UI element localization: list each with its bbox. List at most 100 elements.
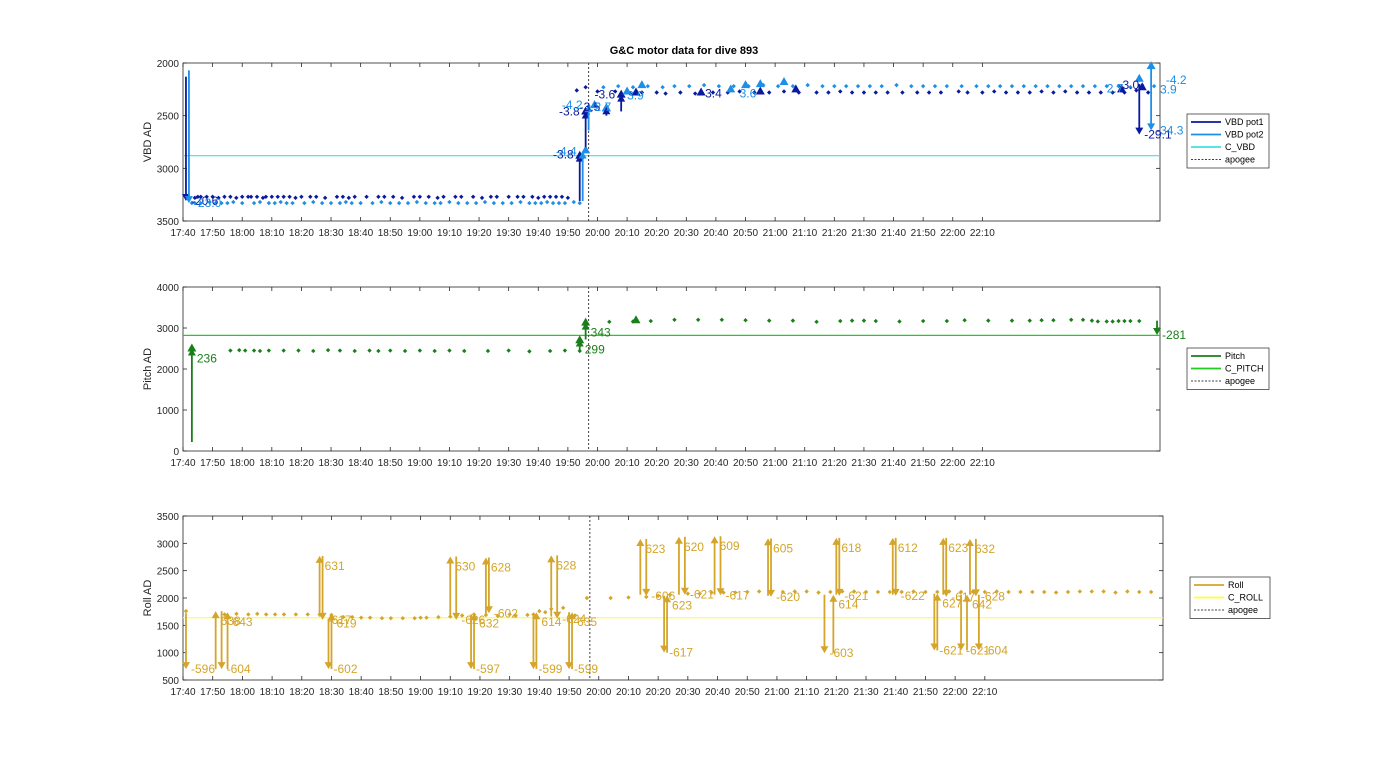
move-value-label: 631 bbox=[325, 559, 345, 573]
move-value-label: 618 bbox=[841, 541, 861, 555]
move-value-label: -34.3 bbox=[1156, 123, 1184, 137]
y-tick-label: 3000 bbox=[157, 539, 180, 550]
legend-label: apogee bbox=[1228, 605, 1258, 615]
move-value-label: 619 bbox=[336, 616, 356, 630]
legend-label: C_ROLL bbox=[1228, 593, 1263, 603]
x-tick-label: 19:40 bbox=[526, 458, 551, 469]
x-tick-label: 22:00 bbox=[943, 687, 968, 698]
y-tick-label: 2500 bbox=[157, 567, 180, 578]
y-tick-label: 3500 bbox=[157, 512, 180, 523]
legend: VBD pot1 VBD pot2 C_VBDapogee bbox=[1186, 113, 1270, 169]
x-tick-label: 18:20 bbox=[289, 687, 314, 698]
x-tick-label: 21:20 bbox=[822, 228, 847, 239]
x-tick-label: 19:00 bbox=[408, 687, 433, 698]
y-tick-label: 2500 bbox=[157, 112, 180, 123]
y-tick-label: 0 bbox=[173, 447, 179, 458]
x-tick-label: 18:10 bbox=[260, 687, 285, 698]
x-tick-label: 19:20 bbox=[467, 458, 492, 469]
move-value-label: -596 bbox=[191, 662, 215, 676]
x-tick-label: 17:40 bbox=[170, 458, 195, 469]
x-tick-label: 21:10 bbox=[792, 458, 817, 469]
x-tick-label: 19:50 bbox=[555, 458, 580, 469]
move-value-label: -602 bbox=[494, 606, 518, 620]
move-value-label: -617 bbox=[669, 646, 693, 660]
x-tick-label: 21:00 bbox=[764, 687, 789, 698]
x-tick-label: 21:40 bbox=[881, 228, 906, 239]
y-tick-label: 1000 bbox=[157, 649, 180, 660]
x-tick-label: 18:10 bbox=[259, 458, 284, 469]
x-tick-label: 21:00 bbox=[763, 228, 788, 239]
x-tick-label: 21:10 bbox=[792, 228, 817, 239]
x-tick-label: 20:50 bbox=[733, 458, 758, 469]
y-tick-label: 2000 bbox=[157, 594, 180, 605]
legend-label: C_VBD bbox=[1225, 142, 1256, 152]
legend: Roll C_ROLLapogee bbox=[1189, 576, 1271, 619]
y-tick-label: 3000 bbox=[157, 164, 180, 175]
x-tick-label: 19:00 bbox=[407, 458, 432, 469]
figure-title: G&C motor data for dive 893 bbox=[610, 45, 759, 57]
panel-3: 17:40 17:50 18:00 18:10 18:20 18:30 18:40 18:50… bbox=[142, 512, 1271, 698]
x-tick-label: 20:20 bbox=[646, 687, 671, 698]
y-axis-label: VBD AD bbox=[142, 122, 154, 162]
x-tick-label: 18:00 bbox=[230, 458, 255, 469]
x-tick-label: 18:10 bbox=[259, 228, 284, 239]
y-tick-label: 1500 bbox=[157, 621, 180, 632]
move-value-label: -599 bbox=[574, 662, 598, 676]
move-value-label: 299 bbox=[585, 342, 605, 356]
x-tick-label: 19:20 bbox=[467, 687, 492, 698]
x-tick-label: 18:20 bbox=[289, 458, 314, 469]
move-value-label: -602 bbox=[334, 662, 358, 676]
x-tick-label: 22:00 bbox=[940, 228, 965, 239]
figure-canvas: G&C motor data for dive 893 17:40 17:50 18… bbox=[142, 45, 1271, 698]
x-tick-label: 21:50 bbox=[911, 228, 936, 239]
move-value-label: 236 bbox=[197, 352, 217, 366]
x-tick-label: 18:30 bbox=[319, 687, 344, 698]
x-tick-label: 20:10 bbox=[615, 458, 640, 469]
x-tick-label: 19:00 bbox=[407, 228, 432, 239]
x-tick-label: 17:50 bbox=[200, 687, 225, 698]
legend: Pitch C_PITCHapogee bbox=[1186, 347, 1270, 390]
y-tick-label: 3000 bbox=[157, 324, 180, 335]
x-tick-label: 19:10 bbox=[437, 458, 462, 469]
y-tick-label: 500 bbox=[162, 676, 179, 687]
x-tick-label: 18:40 bbox=[348, 228, 373, 239]
x-tick-label: 22:10 bbox=[972, 687, 997, 698]
move-value-label: 343 bbox=[591, 326, 611, 340]
plot-area bbox=[182, 286, 1161, 452]
x-tick-label: 18:00 bbox=[230, 228, 255, 239]
x-tick-label: 22:10 bbox=[970, 458, 995, 469]
x-tick-label: 20:30 bbox=[674, 228, 699, 239]
value-label: 2.7 bbox=[1107, 81, 1124, 95]
move-value-label: -628 bbox=[981, 589, 1005, 603]
x-tick-label: 18:40 bbox=[348, 458, 373, 469]
x-tick-label: 20:50 bbox=[733, 228, 758, 239]
y-tick-label: 3500 bbox=[157, 217, 180, 228]
x-tick-label: 18:20 bbox=[289, 228, 314, 239]
x-tick-label: 20:10 bbox=[616, 687, 641, 698]
legend-label: C_PITCH bbox=[1225, 364, 1264, 374]
panel-1: 17:40 17:50 18:00 18:10 18:20 18:30 18:40 18:50… bbox=[142, 59, 1270, 239]
legend-label: Pitch bbox=[1225, 351, 1245, 361]
move-value-label: 643 bbox=[233, 615, 253, 629]
x-tick-label: 19:40 bbox=[527, 687, 552, 698]
x-tick-label: 20:30 bbox=[675, 687, 700, 698]
panel-2: 17:40 17:50 18:00 18:10 18:20 18:30 18:40 18:50… bbox=[142, 283, 1270, 469]
x-tick-label: 20:40 bbox=[705, 687, 730, 698]
x-tick-label: 20:50 bbox=[735, 687, 760, 698]
value-label: 3.9 bbox=[627, 89, 644, 103]
axes-root: 17:40 17:50 18:00 18:10 18:20 18:30 18:40 18:50… bbox=[142, 59, 1271, 698]
x-tick-label: 18:30 bbox=[319, 228, 344, 239]
x-tick-label: 20:00 bbox=[585, 228, 610, 239]
move-value-label: -604 bbox=[227, 662, 251, 676]
value-label: 3.6 bbox=[740, 87, 757, 101]
x-tick-label: 20:20 bbox=[644, 228, 669, 239]
move-value-label: -4.4 bbox=[556, 144, 577, 158]
x-tick-label: 18:50 bbox=[378, 458, 403, 469]
y-tick-label: 2000 bbox=[157, 365, 180, 376]
move-value-label: -599 bbox=[538, 662, 562, 676]
motor-data-figure: G&C motor data for dive 893 17:40 17:50 18… bbox=[0, 0, 1400, 764]
move-value-label: -597 bbox=[476, 662, 500, 676]
move-value-label: 609 bbox=[720, 539, 740, 553]
move-value-label: -621 bbox=[690, 588, 714, 602]
move-value-label: 605 bbox=[773, 541, 793, 555]
